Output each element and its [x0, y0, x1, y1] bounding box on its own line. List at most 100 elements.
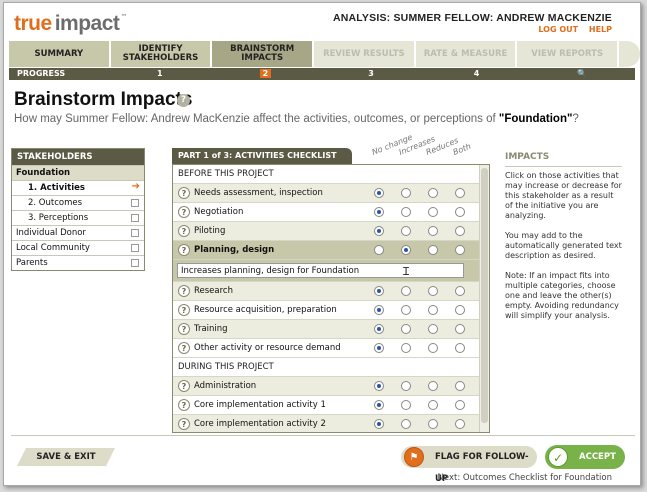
radio-no-change[interactable]	[374, 305, 384, 315]
logout-link[interactable]: LOG OUT	[538, 25, 578, 34]
stakeholder-label: 3. Perceptions	[28, 213, 89, 223]
radio-increases[interactable]	[401, 286, 411, 296]
impact-description-input[interactable]	[177, 263, 464, 278]
radio-increases[interactable]	[401, 419, 411, 429]
section-during: DURING THIS PROJECT	[173, 358, 489, 377]
radio-no-change[interactable]	[374, 188, 384, 198]
radio-reduces[interactable]	[428, 207, 438, 217]
help-icon[interactable]: ?	[178, 418, 190, 430]
radio-no-change[interactable]	[374, 226, 384, 236]
checklist: BEFORE THIS PROJECT ? Needs assessment, …	[172, 164, 490, 433]
radio-increases[interactable]	[401, 400, 411, 410]
radio-no-change[interactable]	[374, 324, 384, 334]
radio-no-change[interactable]	[374, 245, 384, 255]
radio-reduces[interactable]	[428, 286, 438, 296]
help-icon[interactable]: ?	[178, 380, 190, 392]
radio-both[interactable]	[455, 226, 465, 236]
radio-both[interactable]	[455, 305, 465, 315]
app-window: true impact ™ ANALYSIS: SUMMER FELLOW: A…	[3, 2, 641, 486]
step-view-reports[interactable]: VIEW REPORTS	[517, 41, 620, 67]
flag-follow-up-button[interactable]: ⚑ FLAG FOR FOLLOW-UP	[401, 446, 537, 484]
stakeholder-sub-outcomes[interactable]: 2. Outcomes	[12, 195, 144, 210]
radio-both[interactable]	[455, 245, 465, 255]
radio-both[interactable]	[455, 324, 465, 334]
activity-label: Core implementation activity 2	[194, 419, 326, 429]
help-icon[interactable]: ?	[178, 304, 190, 316]
help-icon[interactable]: ?	[177, 94, 190, 107]
radio-increases[interactable]	[401, 207, 411, 217]
radio-increases[interactable]	[401, 324, 411, 334]
radio-reduces[interactable]	[428, 226, 438, 236]
radio-increases[interactable]	[401, 226, 411, 236]
radio-reduces[interactable]	[428, 305, 438, 315]
checkbox-icon	[131, 244, 139, 252]
save-exit-button[interactable]: SAVE & EXIT	[17, 448, 115, 466]
impacts-paragraph: You may add to the automatically generat…	[505, 231, 622, 260]
help-icon[interactable]: ?	[178, 285, 190, 297]
radio-both[interactable]	[455, 381, 465, 391]
checklist-scrollbar[interactable]	[479, 165, 489, 432]
step-brainstorm-impacts[interactable]: BRAINSTORM IMPACTS	[212, 41, 315, 67]
radio-reduces[interactable]	[428, 324, 438, 334]
help-icon[interactable]: ?	[178, 187, 190, 199]
step-identify-stakeholders[interactable]: IDENTIFY STAKEHOLDERS	[110, 41, 213, 67]
help-link[interactable]: HELP	[589, 25, 612, 34]
radio-no-change[interactable]	[374, 343, 384, 353]
step-summary[interactable]: SUMMARY	[9, 41, 111, 67]
checkbox-icon	[131, 229, 139, 237]
radio-reduces[interactable]	[428, 188, 438, 198]
radio-both[interactable]	[455, 419, 465, 429]
radio-no-change[interactable]	[374, 419, 384, 429]
radio-increases[interactable]	[401, 188, 411, 198]
stakeholder-local-community[interactable]: Local Community	[12, 240, 144, 255]
radio-increases[interactable]	[401, 343, 411, 353]
stakeholder-sub-activities[interactable]: 1. Activities ➔	[12, 180, 144, 195]
radio-no-change[interactable]	[374, 381, 384, 391]
help-icon[interactable]: ?	[178, 323, 190, 335]
radio-reduces[interactable]	[428, 419, 438, 429]
radio-reduces[interactable]	[428, 400, 438, 410]
stakeholder-label: Foundation	[16, 168, 71, 178]
radio-both[interactable]	[455, 286, 465, 296]
stakeholder-parents[interactable]: Parents	[12, 255, 144, 270]
impact-radios	[374, 419, 482, 429]
radio-reduces[interactable]	[428, 245, 438, 255]
help-icon[interactable]: ?	[178, 342, 190, 354]
progress-search-icon: 🔍	[577, 69, 588, 78]
radio-no-change[interactable]	[374, 286, 384, 296]
stakeholder-label: Parents	[16, 258, 48, 268]
step-rate-measure[interactable]: RATE & MEASURE	[415, 41, 518, 67]
next-step-text: Next: Outcomes Checklist for Foundation	[437, 473, 612, 483]
activity-label: Planning, design	[194, 245, 275, 255]
stakeholder-label: 2. Outcomes	[28, 198, 83, 208]
radio-reduces[interactable]	[428, 381, 438, 391]
stakeholder-sub-perceptions[interactable]: 3. Perceptions	[12, 210, 144, 225]
checklist-column-headers: No change Increases Reduces Both	[371, 133, 482, 164]
help-icon[interactable]: ?	[178, 225, 190, 237]
radio-reduces[interactable]	[428, 343, 438, 353]
question-target: "Foundation"	[498, 113, 573, 125]
radio-both[interactable]	[455, 343, 465, 353]
radio-both[interactable]	[455, 207, 465, 217]
radio-increases[interactable]	[401, 381, 411, 391]
checklist-row: ? Administration	[173, 377, 489, 396]
help-icon[interactable]: ?	[178, 244, 190, 256]
progress-step-3: 3	[368, 69, 374, 78]
help-icon[interactable]: ?	[178, 399, 190, 411]
scrollbar-thumb[interactable]	[481, 168, 488, 423]
radio-both[interactable]	[455, 400, 465, 410]
accept-button[interactable]: ✓ ACCEPT	[545, 445, 625, 469]
impacts-divider	[505, 166, 622, 167]
stakeholder-foundation[interactable]: Foundation	[12, 165, 144, 180]
checklist-row: ? Resource acquisition, preparation	[173, 301, 489, 320]
help-icon[interactable]: ?	[178, 206, 190, 218]
activity-label: Resource acquisition, preparation	[194, 305, 337, 315]
stakeholder-individual-donor[interactable]: Individual Donor	[12, 225, 144, 240]
step-review-results[interactable]: REVIEW RESULTS	[314, 41, 416, 67]
radio-no-change[interactable]	[374, 400, 384, 410]
radio-increases[interactable]	[401, 245, 411, 255]
radio-both[interactable]	[455, 188, 465, 198]
radio-increases[interactable]	[401, 305, 411, 315]
radio-no-change[interactable]	[374, 207, 384, 217]
impacts-paragraph: Click on those activities that may incre…	[505, 171, 622, 220]
